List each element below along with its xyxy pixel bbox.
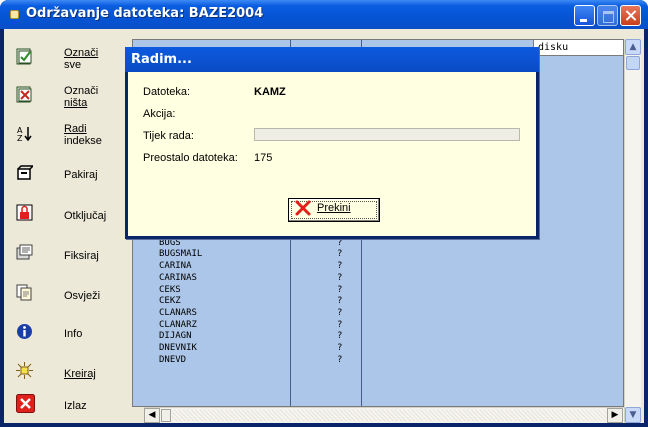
table-row[interactable]: DNEVD? (159, 355, 459, 366)
info-button[interactable]: Info (4, 314, 124, 352)
exit-icon (16, 394, 35, 413)
file-label: Datoteka: (143, 86, 191, 98)
table-row[interactable]: CEKS? (159, 285, 459, 296)
status-cell: ? (337, 296, 343, 307)
vertical-scrollbar[interactable]: ▲ ▼ (624, 39, 641, 423)
progress-dialog: Radim... Datoteka: KAMZ Akcija: Tijek ra… (125, 47, 539, 239)
file-name-cell: DNEVNIK (159, 343, 197, 353)
fix-button[interactable]: Fiksiraj (4, 237, 124, 275)
status-cell: ? (337, 249, 343, 260)
cancel-button[interactable]: Prekini (288, 198, 380, 222)
rebuild-indexes-button[interactable]: A Z Radi indekse (4, 117, 124, 155)
maximize-button (597, 5, 618, 26)
table-row[interactable]: DNEVNIK? (159, 343, 459, 354)
status-cell: ? (337, 272, 343, 283)
file-name-cell: CEKS (159, 284, 181, 295)
toolbar-sidebar: Označisve Označiništa A Z Radiindekse (4, 29, 124, 423)
sort-az-icon: A Z (17, 126, 32, 142)
info-label: Info (64, 328, 83, 340)
dialog-title: Radim... (125, 47, 539, 72)
status-cell: ? (337, 319, 343, 330)
file-name-cell: CLANARS (159, 307, 197, 318)
refresh-button[interactable]: Osvježi (4, 275, 124, 313)
file-name-cell: DNEVD (159, 354, 187, 365)
info-icon (17, 324, 32, 339)
table-row[interactable]: DIJAGN? (159, 331, 459, 342)
status-cell: ? (337, 261, 343, 272)
file-name-cell: DIJAGN (159, 331, 192, 342)
cancel-label: Prekini (317, 202, 351, 214)
scroll-up-icon[interactable]: ▲ (625, 39, 641, 55)
scroll-left-icon[interactable]: ◀ (144, 408, 160, 423)
fix-icon (16, 244, 33, 260)
refresh-icon (16, 284, 32, 301)
file-name-cell: BUGSMAIL (159, 249, 203, 260)
horizontal-scrollbar[interactable]: ◀ ▶ (144, 407, 624, 423)
exit-button[interactable]: Izlaz (4, 384, 124, 422)
fix-label: Fiksiraj (64, 250, 99, 262)
file-name-cell: CARINA (159, 261, 192, 272)
unlock-icon (16, 204, 33, 221)
cancel-x-icon (295, 200, 311, 216)
scroll-thumb-horizontal[interactable] (161, 409, 171, 422)
scroll-thumb[interactable] (626, 56, 640, 70)
select-all-icon (16, 48, 32, 65)
column-header-on-disk: disku (533, 40, 623, 56)
status-cell: ? (337, 354, 343, 365)
table-row[interactable]: BUGS? (159, 238, 459, 249)
scroll-down-icon[interactable]: ▼ (625, 407, 641, 423)
create-icon (16, 362, 33, 379)
close-button[interactable] (620, 5, 641, 26)
progress-label: Tijek rada: (143, 130, 194, 142)
remaining-value: 175 (254, 152, 273, 164)
select-all-label: Označi sve (64, 47, 99, 71)
select-all-button[interactable]: Označi sve (4, 41, 124, 79)
scroll-right-icon[interactable]: ▶ (607, 408, 623, 423)
file-name-cell: CLANARZ (159, 319, 197, 330)
action-label: Akcija: (143, 108, 176, 120)
main-window: Održavanje datoteka: BAZE2004 Označisve (0, 0, 648, 427)
file-name-cell: CEKZ (159, 296, 181, 307)
window-title: Održavanje datoteka: BAZE2004 (26, 6, 264, 21)
table-row[interactable]: BUGSMAIL? (159, 249, 459, 260)
dialog-body: Datoteka: KAMZ Akcija: Tijek rada: Preos… (128, 72, 536, 236)
table-row[interactable]: CLANARS? (159, 308, 459, 319)
unlock-button[interactable]: Otključaj (4, 193, 124, 231)
table-row[interactable]: CARINA? (159, 261, 459, 272)
status-cell: ? (337, 307, 343, 318)
progress-bar (254, 128, 520, 141)
select-none-label: Označi ništa (64, 85, 99, 109)
svg-text:Z: Z (17, 134, 23, 142)
table-row[interactable]: CLANARZ? (159, 320, 459, 331)
select-none-button[interactable]: Označi ništa (4, 79, 124, 117)
pack-button[interactable]: Pakiraj (4, 155, 124, 193)
status-cell: ? (337, 284, 343, 295)
minimize-button[interactable] (574, 5, 595, 26)
refresh-label: Osvježi (64, 290, 101, 302)
create-label: Kreiraj (64, 368, 96, 380)
remaining-label: Preostalo datoteka: (143, 152, 238, 164)
table-row[interactable]: CEKZ? (159, 296, 459, 307)
app-icon (10, 10, 19, 19)
status-cell: ? (337, 343, 343, 353)
file-name-cell: CARINAS (159, 272, 197, 283)
title-bar[interactable]: Održavanje datoteka: BAZE2004 (0, 0, 648, 29)
pack-icon (17, 165, 33, 180)
pack-label: Pakiraj (64, 169, 98, 181)
exit-label: Izlaz (64, 400, 87, 412)
scroll-track[interactable] (172, 410, 607, 421)
file-name-cell: BUGS (159, 237, 181, 248)
status-cell: ? (337, 331, 343, 342)
status-cell: ? (337, 237, 343, 248)
unlock-label: Otključaj (64, 210, 107, 222)
file-value: KAMZ (254, 86, 286, 98)
select-none-icon (16, 86, 32, 103)
rebuild-indexes-label: Radi indekse (64, 123, 102, 147)
table-row[interactable]: CARINAS? (159, 273, 459, 284)
